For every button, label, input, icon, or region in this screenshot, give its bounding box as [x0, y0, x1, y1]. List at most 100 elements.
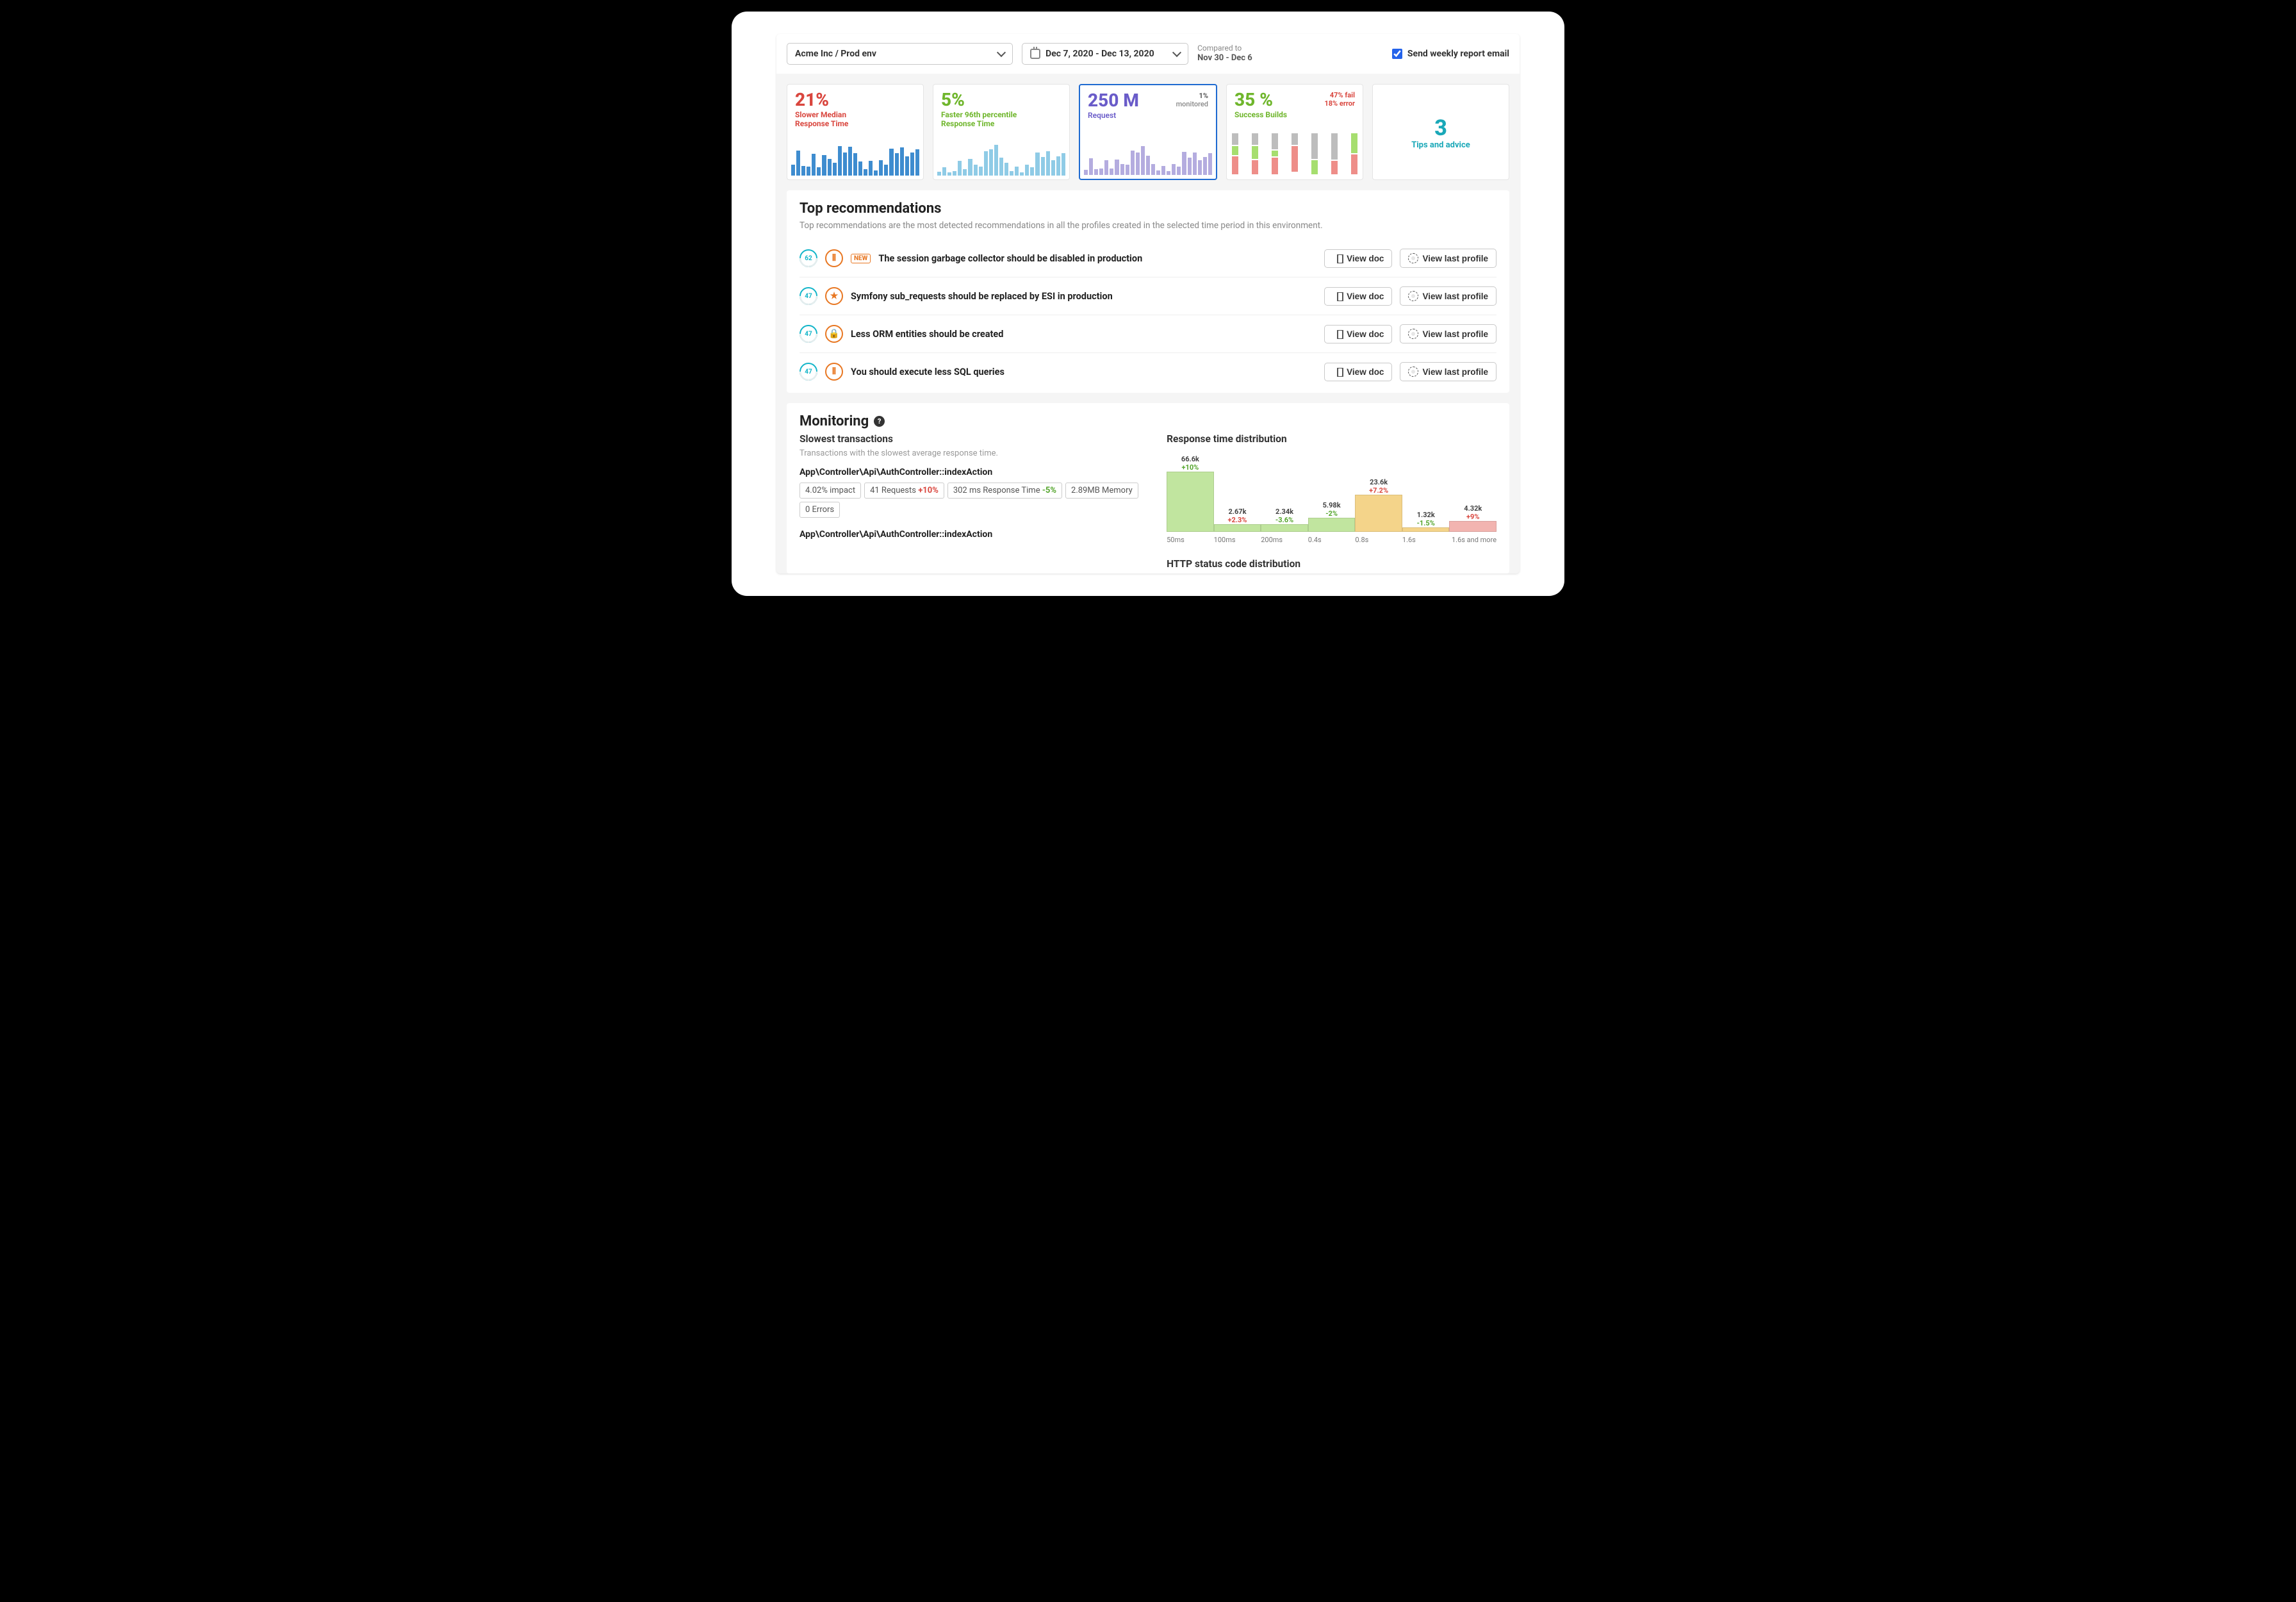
- star-icon: ★: [825, 287, 843, 305]
- distribution-bar[interactable]: 4.32k +9%: [1449, 455, 1496, 532]
- kpi-row: 21% Slower MedianResponse Time5% Faster …: [776, 74, 1520, 190]
- bar-delta: +2.3%: [1227, 516, 1247, 524]
- kpi-label: Slower MedianResponse Time: [795, 110, 915, 128]
- chevron-down-icon: [1172, 48, 1181, 57]
- date-range-label: Dec 7, 2020 - Dec 13, 2020: [1046, 49, 1154, 59]
- distribution-bar[interactable]: 66.6k +10%: [1167, 455, 1214, 532]
- recommendation-row: 47 ⦀ You should execute less SQL queries…: [800, 353, 1496, 390]
- profile-target-icon: [1408, 253, 1418, 263]
- help-icon[interactable]: ?: [874, 416, 885, 427]
- kpi-stat: 47% fail18% error: [1324, 91, 1355, 108]
- distribution-bar[interactable]: 2.67k +2.3%: [1214, 455, 1261, 532]
- kpi-card-purple[interactable]: 250 M Request1%monitored: [1079, 84, 1217, 180]
- view-doc-button[interactable]: View doc: [1324, 325, 1392, 343]
- recommendations-title: Top recommendations: [800, 201, 1496, 217]
- view-last-profile-button[interactable]: View last profile: [1400, 286, 1496, 306]
- slowest-hint: Transactions with the slowest average re…: [800, 449, 1141, 458]
- recommendation-row: 62 ⦀ NEW The session garbage collector s…: [800, 240, 1496, 277]
- bar-fill: [1261, 524, 1308, 532]
- distribution-bar[interactable]: 2.34k -3.6%: [1261, 455, 1308, 532]
- sparkline: [937, 138, 1065, 176]
- topbar: Acme Inc / Prod env Dec 7, 2020 - Dec 13…: [776, 34, 1520, 74]
- bar-value: 5.98k: [1323, 501, 1341, 509]
- response-time-chart: 66.6k +10% 2.67k +2.3% 2.34k -3.6% 5.98k…: [1167, 449, 1496, 532]
- kpi-card-builds[interactable]: 35 % Success Builds47% fail18% error: [1226, 84, 1363, 180]
- distribution-heading: Response time distribution: [1167, 433, 1496, 445]
- metric-chip: 2.89MB Memory: [1065, 483, 1138, 499]
- compared-to: Compared to Nov 30 - Dec 6: [1197, 44, 1252, 64]
- bar-delta: -1.5%: [1417, 519, 1435, 527]
- axis-label: 0.8s: [1355, 536, 1402, 544]
- weekly-report-checkbox[interactable]: [1392, 49, 1402, 59]
- weekly-report-toggle[interactable]: Send weekly report email: [1392, 49, 1509, 59]
- bar-fill: [1214, 524, 1261, 532]
- bar-delta: -2%: [1325, 509, 1338, 518]
- response-time-axis: 50ms100ms200ms0.4s0.8s1.6s1.6s and more: [1167, 536, 1496, 544]
- bar-fill: [1308, 518, 1356, 532]
- recommendation-count-ring: 47: [800, 287, 817, 305]
- bar-value: 66.6k: [1181, 455, 1199, 463]
- recommendation-row: 47 🔒 Less ORM entities should be created…: [800, 315, 1496, 353]
- bar-delta: +7.2%: [1369, 486, 1388, 495]
- view-doc-button[interactable]: View doc: [1324, 249, 1392, 268]
- axis-label: 0.4s: [1308, 536, 1356, 544]
- distribution-bar[interactable]: 23.6k +7.2%: [1355, 455, 1402, 532]
- book-icon: [1332, 330, 1343, 338]
- view-doc-button[interactable]: View doc: [1324, 287, 1392, 306]
- weekly-report-label: Send weekly report email: [1407, 49, 1509, 59]
- book-icon: [1332, 254, 1343, 262]
- environment-label: Acme Inc / Prod env: [795, 49, 876, 59]
- view-doc-button[interactable]: View doc: [1324, 363, 1392, 381]
- bar-delta: -3.6%: [1275, 516, 1293, 524]
- profile-target-icon: [1408, 329, 1418, 339]
- lock-icon: 🔒: [825, 325, 843, 343]
- transaction-name: App\Controller\Api\AuthController::index…: [800, 529, 1141, 540]
- distribution-bar[interactable]: 1.32k -1.5%: [1402, 455, 1450, 532]
- axis-label: 100ms: [1214, 536, 1261, 544]
- date-range-select[interactable]: Dec 7, 2020 - Dec 13, 2020: [1022, 43, 1188, 65]
- new-badge: NEW: [851, 254, 871, 263]
- recommendation-title: Symfony sub_requests should be replaced …: [851, 291, 1316, 302]
- kpi-card-blue[interactable]: 21% Slower MedianResponse Time: [787, 84, 924, 180]
- kpi-value: 3: [1434, 117, 1447, 139]
- monitoring-title-text: Monitoring: [800, 413, 869, 429]
- recommendation-count-ring: 62: [800, 249, 817, 267]
- transaction-item[interactable]: App\Controller\Api\AuthController::index…: [800, 467, 1141, 518]
- transaction-chips: 4.02% impact41 Requests +10%302 ms Respo…: [800, 483, 1141, 518]
- recommendation-count-ring: 47: [800, 363, 817, 381]
- metric-chip: 4.02% impact: [800, 483, 861, 499]
- transaction-item[interactable]: App\Controller\Api\AuthController::index…: [800, 529, 1141, 540]
- profile-target-icon: [1408, 367, 1418, 377]
- http-status-heading: HTTP status code distribution: [1167, 558, 1496, 570]
- distribution-bar[interactable]: 5.98k -2%: [1308, 455, 1356, 532]
- view-last-profile-button[interactable]: View last profile: [1400, 362, 1496, 381]
- axis-label: 200ms: [1261, 536, 1308, 544]
- builds-chart: [1232, 133, 1357, 174]
- view-last-profile-button[interactable]: View last profile: [1400, 324, 1496, 343]
- kpi-label: Tips and advice: [1411, 140, 1470, 150]
- compared-range: Nov 30 - Dec 6: [1197, 53, 1252, 64]
- monitoring-card: Monitoring ? Slowest transactions Transa…: [787, 403, 1509, 574]
- kpi-card-tips[interactable]: 3 Tips and advice: [1372, 84, 1509, 180]
- metric-chip: 0 Errors: [800, 502, 840, 518]
- bar-value: 23.6k: [1370, 478, 1388, 486]
- kpi-card-teal[interactable]: 5% Faster 96th percentileResponse Time: [933, 84, 1070, 180]
- slowest-heading: Slowest transactions: [800, 433, 1141, 445]
- kpi-value: 5%: [941, 91, 1062, 109]
- axis-label: 1.6s and more: [1449, 536, 1496, 544]
- chevron-down-icon: [997, 48, 1006, 57]
- bar-delta: +9%: [1466, 513, 1479, 521]
- bar-delta: +10%: [1182, 463, 1199, 472]
- recommendations-card: Top recommendations Top recommendations …: [787, 190, 1509, 393]
- view-last-profile-button[interactable]: View last profile: [1400, 249, 1496, 268]
- environment-select[interactable]: Acme Inc / Prod env: [787, 43, 1013, 65]
- kpi-value: 21%: [795, 91, 915, 109]
- metric-chip: 41 Requests +10%: [864, 483, 944, 499]
- recommendations-subtitle: Top recommendations are the most detecte…: [800, 220, 1496, 231]
- recommendation-title: Less ORM entities should be created: [851, 329, 1316, 340]
- recommendation-count-ring: 47: [800, 325, 817, 343]
- axis-label: 50ms: [1167, 536, 1214, 544]
- bar-value: 2.34k: [1275, 508, 1293, 516]
- recommendation-row: 47 ★ Symfony sub_requests should be repl…: [800, 277, 1496, 315]
- bar-fill: [1355, 495, 1402, 532]
